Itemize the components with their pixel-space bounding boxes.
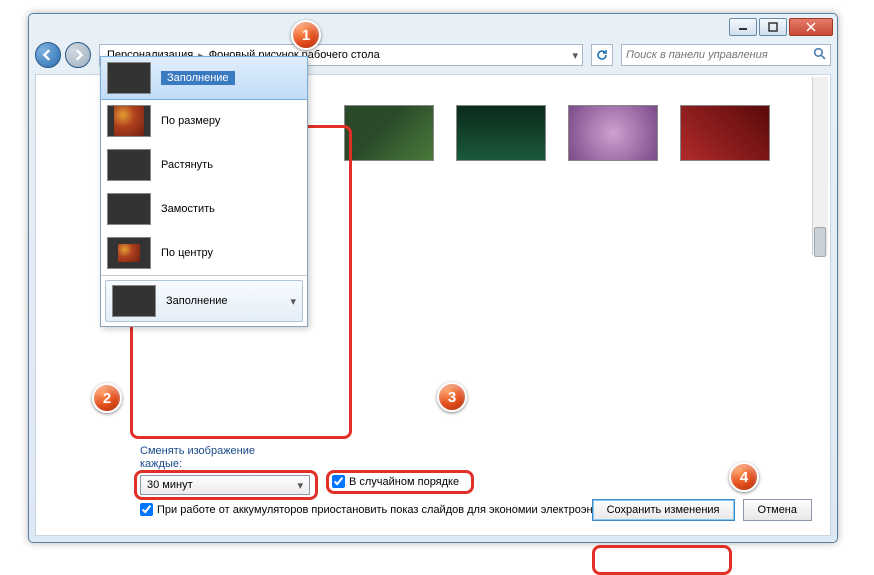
position-option-tile[interactable]: Замостить: [101, 187, 307, 231]
button-row: Сохранить изменения Отмена: [592, 499, 812, 521]
center-icon: [107, 237, 151, 269]
battery-checkbox[interactable]: [140, 503, 153, 516]
option-label: По размеру: [161, 115, 220, 127]
wallpaper-thumb[interactable]: [344, 105, 434, 161]
shuffle-checkbox-row[interactable]: В случайном порядке: [332, 475, 459, 488]
current-position-label: Заполнение: [166, 295, 228, 307]
position-option-stretch[interactable]: Растянуть: [101, 143, 307, 187]
back-button[interactable]: [35, 42, 61, 68]
change-interval-label: Сменять изображение каждые:: [140, 445, 255, 471]
position-dropdown-closed: Заполнение ▾: [101, 275, 307, 322]
fill-icon: [107, 62, 151, 94]
position-option-fill[interactable]: Заполнение: [100, 56, 308, 100]
interval-dropdown[interactable]: 30 минут ▾: [140, 475, 310, 495]
titlebar: [29, 14, 837, 40]
search-input[interactable]: [626, 49, 813, 61]
wallpaper-thumb[interactable]: [568, 105, 658, 161]
forward-button[interactable]: [65, 42, 91, 68]
stretch-icon: [107, 149, 151, 181]
close-button[interactable]: [789, 18, 833, 36]
option-label: Заполнение: [161, 71, 235, 85]
scrollbar-grip[interactable]: [814, 227, 826, 257]
fill-icon: [112, 285, 156, 317]
battery-label: При работе от аккумуляторов приостановит…: [157, 504, 621, 516]
option-label: По центру: [161, 247, 213, 259]
annotation-box: [592, 545, 732, 575]
fit-icon: [107, 105, 151, 137]
chevron-down-icon: ▾: [297, 479, 303, 492]
shuffle-checkbox[interactable]: [332, 475, 345, 488]
label-text: Сменять изображение: [140, 445, 255, 457]
cancel-button[interactable]: Отмена: [743, 499, 812, 521]
vertical-scrollbar[interactable]: [812, 77, 828, 255]
tile-icon: [107, 193, 151, 225]
search-box[interactable]: [621, 44, 831, 66]
minimize-button[interactable]: [729, 18, 757, 36]
option-label: Растянуть: [161, 159, 213, 171]
position-dropdown-menu: Заполнение По размеру Растянуть Замостит…: [100, 56, 308, 327]
position-option-fit[interactable]: По размеру: [101, 99, 307, 143]
chevron-down-icon: ▾: [290, 295, 296, 308]
position-dropdown-button[interactable]: Заполнение ▾: [105, 280, 303, 322]
wallpaper-thumb[interactable]: [680, 105, 770, 161]
wallpaper-thumbnails: [344, 105, 770, 161]
option-label: Замостить: [161, 203, 215, 215]
battery-checkbox-row[interactable]: При работе от аккумуляторов приостановит…: [140, 503, 621, 516]
save-button[interactable]: Сохранить изменения: [592, 499, 735, 521]
address-dropdown-icon[interactable]: ▾: [572, 49, 578, 62]
position-option-center[interactable]: По центру: [101, 231, 307, 275]
maximize-button[interactable]: [759, 18, 787, 36]
interval-value: 30 минут: [147, 479, 193, 491]
label-text: каждые:: [140, 458, 182, 470]
search-icon: [813, 47, 826, 63]
shuffle-label: В случайном порядке: [349, 476, 459, 488]
wallpaper-thumb[interactable]: [456, 105, 546, 161]
refresh-button[interactable]: [591, 44, 613, 66]
